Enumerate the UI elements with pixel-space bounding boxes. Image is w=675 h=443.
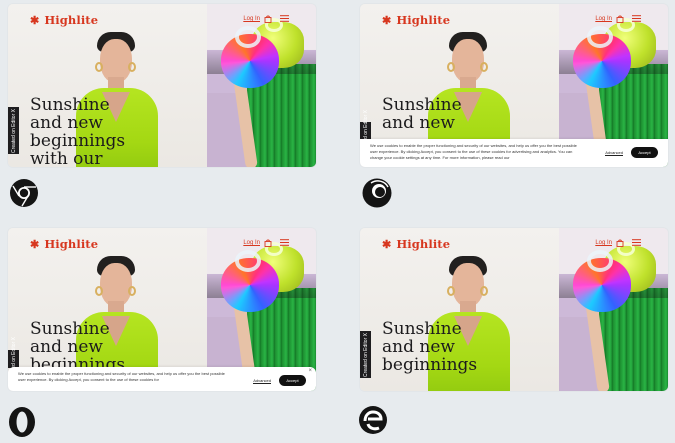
accept-button[interactable]: Accept [631,147,658,158]
shopping-bag-icon[interactable] [264,15,272,23]
shopping-bag-icon[interactable] [616,239,624,247]
login-link[interactable]: Log In [243,240,260,246]
hero-headline: Sunshine and new beginnings [30,319,126,375]
edge-icon [356,403,390,437]
shopping-bag-icon[interactable] [264,239,272,247]
asterisk-icon: ✱ [382,13,392,27]
site-logo[interactable]: ✱ Highlite [30,13,98,27]
advanced-link[interactable]: Advanced [605,150,623,156]
site-header: ✱ Highlite Log In [360,4,668,34]
brand-name: Highlite [44,237,99,251]
cookie-banner: We use cookies to enable the proper func… [8,367,316,391]
hamburger-menu-icon[interactable] [280,239,289,246]
hamburger-menu-icon[interactable] [632,239,641,246]
hamburger-menu-icon[interactable] [280,15,289,22]
site-header: ✱ Highlite Log In [8,228,316,258]
login-link[interactable]: Log In [243,16,260,22]
asterisk-icon: ✱ [30,13,40,27]
login-link[interactable]: Log In [595,16,612,22]
firefox-icon [360,176,394,210]
asterisk-icon: ✱ [382,237,392,251]
site-logo[interactable]: ✱ Highlite [382,237,450,251]
card-edge: ✱ Highlite Log In Sunshine and new begin… [360,228,668,391]
accept-button[interactable]: Accept [279,375,306,386]
site-header: ✱ Highlite Log In [8,4,316,34]
shopping-bag-icon[interactable] [616,15,624,23]
site-logo[interactable]: ✱ Highlite [382,13,450,27]
card-firefox: ✱ Highlite Log In Sunshine and new Creat… [360,4,668,167]
editor-x-badge[interactable]: Created on Editor X [8,107,19,154]
close-icon[interactable]: × [308,368,312,374]
opera-icon [5,405,39,439]
site-header: ✱ Highlite Log In [360,228,668,258]
editor-x-badge[interactable]: Created on Editor X [360,331,371,378]
hero-headline: Sunshine and new [382,95,462,133]
site-logo[interactable]: ✱ Highlite [30,237,98,251]
hero-headline: Sunshine and new beginnings with our [30,95,126,167]
login-link[interactable]: Log In [595,240,612,246]
advanced-link[interactable]: Advanced [253,378,271,384]
chrome-icon [7,176,41,210]
brand-name: Highlite [396,237,451,251]
editor-x-badge[interactable]: Created on Editor X [8,337,19,381]
asterisk-icon: ✱ [30,237,40,251]
hamburger-menu-icon[interactable] [632,15,641,22]
brand-name: Highlite [396,13,451,27]
card-chrome: ✱ Highlite Log In Sunshine and new begin… [8,4,316,167]
cookie-banner: We use cookies to enable the proper func… [360,139,668,167]
card-opera: ✱ Highlite Log In Sunshine and new begin… [8,228,316,391]
brand-name: Highlite [44,13,99,27]
hero-headline: Sunshine and new beginnings [382,319,478,375]
cookie-text: We use cookies to enable the proper func… [18,371,225,382]
cookie-text: We use cookies to enable the proper func… [370,143,577,160]
